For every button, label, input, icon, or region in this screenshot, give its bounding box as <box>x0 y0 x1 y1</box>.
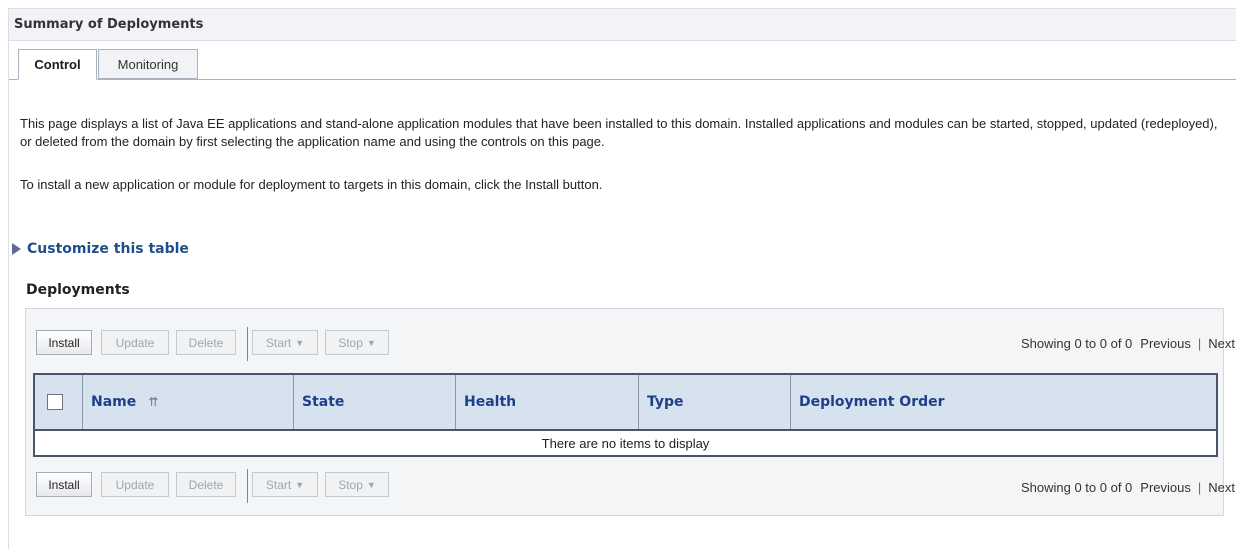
column-header-deployment-order[interactable]: Deployment Order <box>791 375 1216 429</box>
pager-separator: | <box>1197 480 1202 495</box>
tab-monitoring[interactable]: Monitoring <box>98 49 198 79</box>
update-button-label: Update <box>115 477 155 492</box>
previous-link[interactable]: Previous <box>1140 480 1191 495</box>
next-link[interactable]: Next <box>1208 336 1235 351</box>
delete-button[interactable]: Delete <box>176 330 236 355</box>
update-button[interactable]: Update <box>101 330 169 355</box>
stop-dropdown-button-bottom[interactable]: Stop ▼ <box>325 472 389 497</box>
select-all-cell <box>35 375 83 429</box>
table-header-row: Name ⇈ State Health Type Deployment Orde… <box>35 375 1216 431</box>
tab-divider <box>9 79 1236 80</box>
page-title: Summary of Deployments <box>14 17 204 32</box>
update-button-bottom[interactable]: Update <box>101 472 169 497</box>
delete-button-label: Delete <box>188 335 224 350</box>
empty-table-message: There are no items to display <box>541 435 710 451</box>
deployments-table: Name ⇈ State Health Type Deployment Orde… <box>33 373 1218 457</box>
previous-link[interactable]: Previous <box>1140 336 1191 351</box>
chevron-down-icon: ▼ <box>366 479 376 490</box>
start-button-label: Start <box>265 335 292 350</box>
start-dropdown-button[interactable]: Start ▼ <box>252 330 318 355</box>
install-button-label: Install <box>48 335 80 350</box>
stop-dropdown-button[interactable]: Stop ▼ <box>325 330 389 355</box>
install-hint-paragraph: To install a new application or module f… <box>20 177 603 192</box>
install-button[interactable]: Install <box>36 330 92 355</box>
column-header-type[interactable]: Type <box>639 375 791 429</box>
install-button-bottom[interactable]: Install <box>36 472 92 497</box>
stop-button-label: Stop <box>338 477 363 492</box>
column-header-health[interactable]: Health <box>456 375 639 429</box>
toolbar-separator <box>247 327 248 361</box>
update-button-label: Update <box>115 335 155 350</box>
column-header-health-label: Health <box>464 394 517 410</box>
pager-bottom: Showing 0 to 0 of 0 Previous | Next <box>1021 480 1235 495</box>
pager-separator: | <box>1197 336 1202 351</box>
triangle-right-icon <box>12 243 21 255</box>
delete-button-label: Delete <box>188 477 224 492</box>
tab-control-label: Control <box>34 57 81 72</box>
chevron-down-icon: ▼ <box>295 479 305 490</box>
customize-table-label: Customize this table <box>27 241 189 257</box>
next-link[interactable]: Next <box>1208 480 1235 495</box>
sort-ascending-icon[interactable]: ⇈ <box>140 395 158 409</box>
column-header-state[interactable]: State <box>294 375 456 429</box>
start-dropdown-button-bottom[interactable]: Start ▼ <box>252 472 318 497</box>
column-header-state-label: State <box>302 394 345 410</box>
pager-range-text: Showing 0 to 0 of 0 <box>1020 336 1133 351</box>
column-header-name[interactable]: Name ⇈ <box>83 375 294 429</box>
install-button-label: Install <box>48 477 80 492</box>
column-header-name-label: Name <box>91 394 137 410</box>
tab-control[interactable]: Control <box>18 49 97 80</box>
chevron-down-icon: ▼ <box>295 337 305 348</box>
delete-button-bottom[interactable]: Delete <box>176 472 236 497</box>
pager-range-text: Showing 0 to 0 of 0 <box>1020 480 1133 495</box>
stop-button-label: Stop <box>338 335 363 350</box>
start-button-label: Start <box>265 477 292 492</box>
pager-top: Showing 0 to 0 of 0 Previous | Next <box>1021 336 1235 351</box>
select-all-checkbox[interactable] <box>47 394 63 410</box>
customize-table-link[interactable]: Customize this table <box>12 241 189 257</box>
column-header-deployment-order-label: Deployment Order <box>799 394 945 410</box>
deployments-heading: Deployments <box>26 282 130 298</box>
panel-title-bar: Summary of Deployments <box>9 9 1236 41</box>
chevron-down-icon: ▼ <box>366 337 376 348</box>
intro-paragraph: This page displays a list of Java EE app… <box>20 116 1218 149</box>
column-header-type-label: Type <box>647 394 684 410</box>
toolbar-separator <box>247 469 248 503</box>
tab-monitoring-label: Monitoring <box>117 56 179 72</box>
